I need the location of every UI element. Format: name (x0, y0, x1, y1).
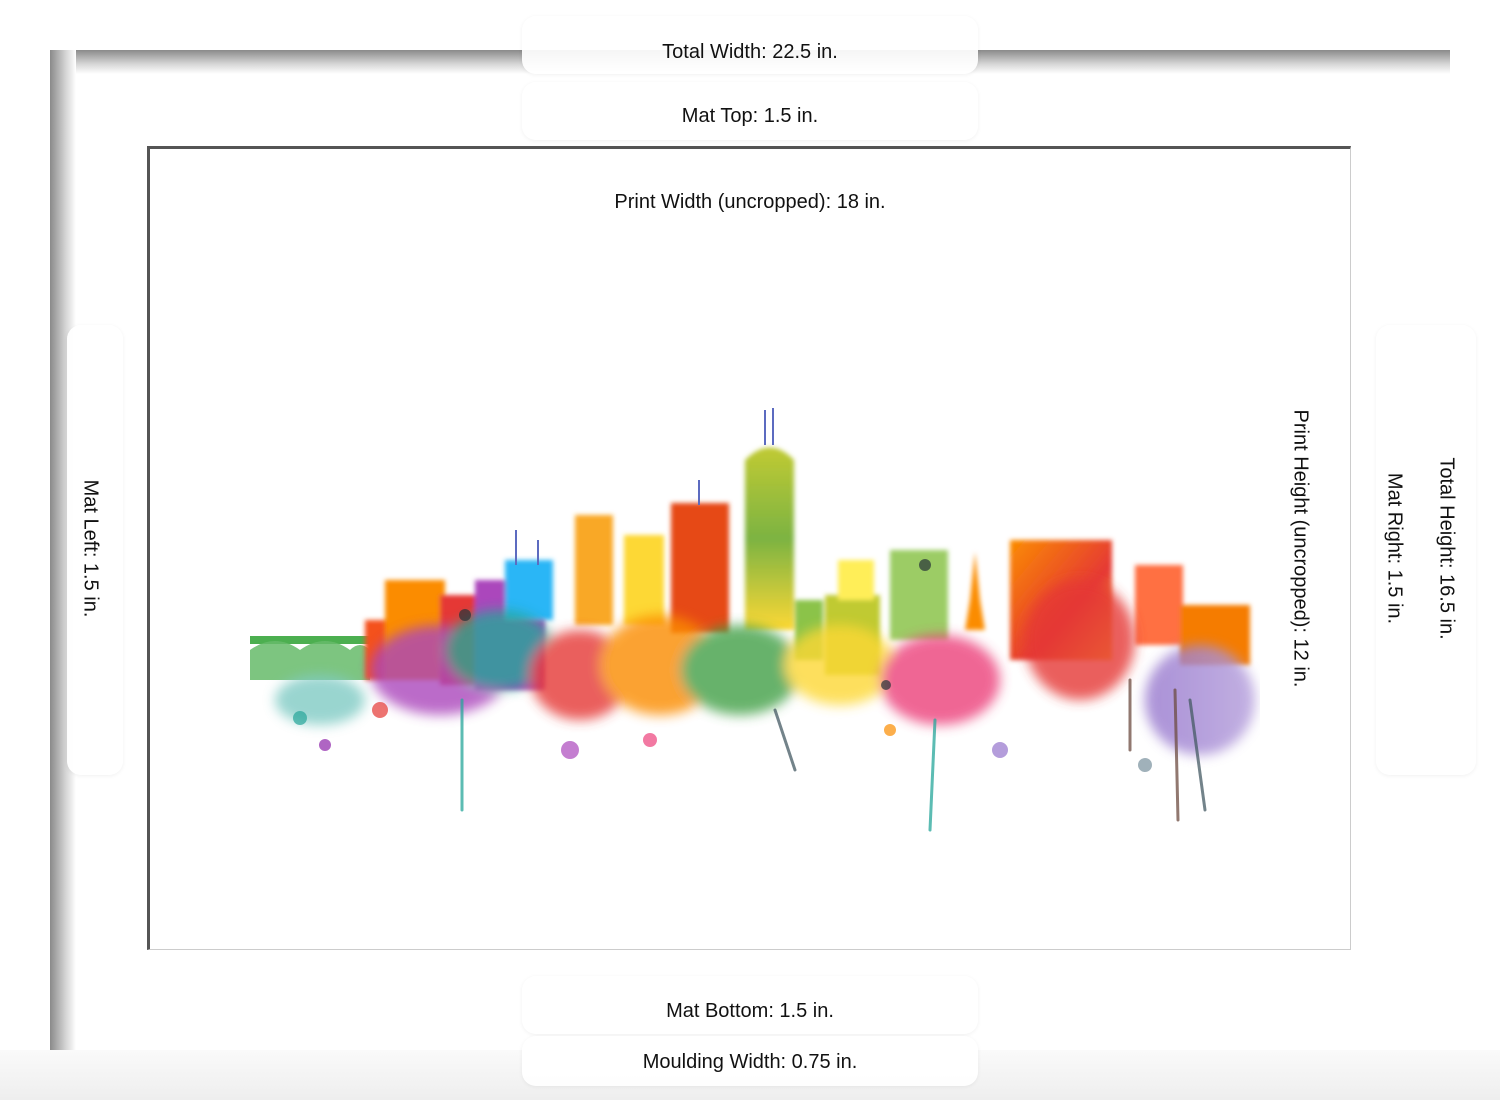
moulding-width-label: Moulding Width: 0.75 in. (642, 1051, 858, 1073)
total-height-label: Total Height: 16.5 in. (1435, 457, 1458, 640)
picture-frame: Total Width: 22.5 in. Mat Top: 1.5 in. P… (0, 0, 1500, 1100)
bridge-shape (250, 636, 370, 680)
mat-left-label: Mat Left: 1.5 in. (79, 479, 102, 618)
total-width-label: Total Width: 22.5 in. (662, 41, 838, 63)
skyline-artwork (250, 408, 1255, 832)
mat-bottom-label: Mat Bottom: 1.5 in. (666, 1000, 834, 1022)
print-width-label: Print Width (uncropped): 18 in. (614, 191, 886, 213)
mat-top-label: Mat Top: 1.5 in. (681, 105, 819, 127)
print-height-label: Print Height (uncropped): 12 in. (1289, 409, 1312, 688)
mat-right-label: Mat Right: 1.5 in. (1383, 472, 1406, 625)
